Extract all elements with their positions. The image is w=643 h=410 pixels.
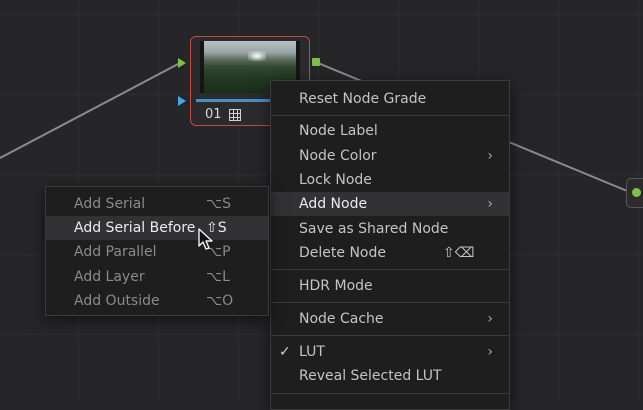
node-rgb-output-port[interactable]: [312, 58, 320, 66]
menu-separator: [271, 335, 509, 336]
node-label: 01: [205, 107, 222, 122]
menu-item-add-serial-before[interactable]: Add Serial Before ⇧S: [46, 216, 268, 240]
menu-item-hdr-mode[interactable]: HDR Mode: [271, 274, 509, 298]
node-rgb-input-port[interactable]: [178, 58, 186, 68]
output-node-input-port[interactable]: [632, 188, 641, 197]
menu-item-add-outside[interactable]: Add Outside ⌥O: [46, 289, 268, 313]
menu-item-add-layer[interactable]: Add Layer ⌥L: [46, 265, 268, 289]
menu-item-node-cache[interactable]: Node Cache ›: [271, 307, 509, 331]
menu-item-delete-node[interactable]: Delete Node ⇧⌫: [271, 241, 509, 265]
menu-item-reveal-selected-lut[interactable]: Reveal Selected LUT: [271, 364, 509, 388]
chevron-right-icon: ›: [487, 196, 493, 212]
menu-item-shortcut: ⌥S: [206, 196, 232, 212]
mouse-cursor-icon: [198, 228, 213, 250]
menu-item-lut[interactable]: ✓ LUT ›: [271, 340, 509, 364]
menu-item-add-parallel[interactable]: Add Parallel ⌥P: [46, 240, 268, 264]
menu-item-add-serial[interactable]: Add Serial ⌥S: [46, 192, 268, 216]
grid-icon: [229, 109, 241, 121]
menu-item-lock-node[interactable]: Lock Node: [271, 168, 509, 192]
checkmark-icon: ✓: [279, 344, 291, 360]
menu-item-shortcut: ⌥O: [206, 293, 234, 309]
input-connection-wire: [0, 62, 181, 159]
chevron-right-icon: ›: [487, 311, 493, 327]
add-node-submenu: Add Serial ⌥S Add Serial Before ⇧S Add P…: [45, 186, 269, 316]
menu-item-shortcut: ⌥L: [206, 269, 230, 285]
menu-item-reset-node-grade[interactable]: Reset Node Grade: [271, 87, 509, 111]
menu-separator: [271, 302, 509, 303]
menu-separator: [271, 269, 509, 270]
menu-item-save-as-shared-node[interactable]: Save as Shared Node: [271, 217, 509, 241]
chevron-right-icon: ›: [487, 148, 493, 164]
menu-item-node-label[interactable]: Node Label: [271, 119, 509, 143]
menu-separator: [271, 115, 509, 116]
menu-item-add-node[interactable]: Add Node ›: [271, 192, 509, 216]
node-context-menu: Reset Node Grade Node Label Node Color ›…: [270, 80, 510, 410]
menu-item-node-color[interactable]: Node Color ›: [271, 144, 509, 168]
chevron-right-icon: ›: [487, 344, 493, 360]
menu-separator: [271, 393, 509, 394]
menu-item-shortcut: ⇧⌫: [443, 245, 475, 261]
node-key-input-port[interactable]: [178, 96, 186, 106]
